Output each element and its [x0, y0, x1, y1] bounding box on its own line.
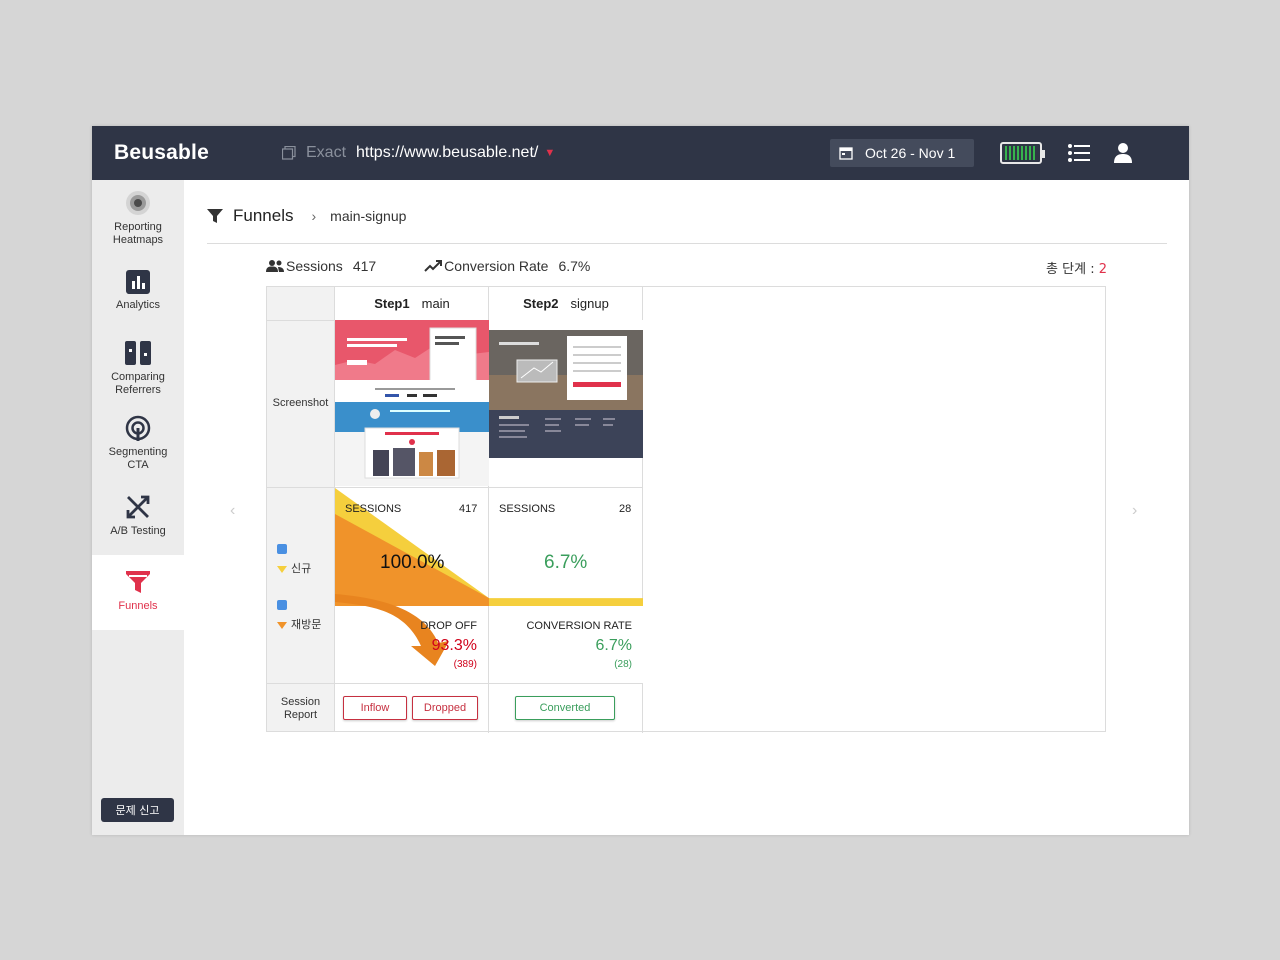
user-icon[interactable]: [1113, 142, 1133, 164]
conversion-rate-label: CONVERSION RATE: [526, 620, 632, 632]
step-percentage: 6.7%: [544, 552, 588, 573]
sessions-label: Sessions: [286, 258, 343, 274]
dropoff-count: (389): [453, 659, 477, 670]
calendar-icon: [839, 147, 853, 160]
filter-icon: [207, 209, 223, 223]
app-logo[interactable]: Beusable: [114, 141, 209, 165]
date-range-button[interactable]: Oct 26 - Nov 1: [830, 139, 974, 167]
page-thumbnail-image: [335, 320, 489, 486]
divider: [207, 243, 1167, 244]
chevron-down-icon: ▼: [544, 147, 556, 159]
triangle-down-icon: [277, 565, 287, 573]
converted-button[interactable]: Converted: [515, 696, 615, 720]
next-arrow-icon[interactable]: ›: [1132, 502, 1137, 520]
funnel-icon: [126, 571, 150, 593]
trend-up-icon: [424, 260, 443, 272]
main-content: Funnels › main-signup Sessions 417 Conve…: [184, 180, 1189, 835]
checkbox-checked-icon[interactable]: [277, 544, 287, 554]
top-bar: Beusable Exact https://www.beusable.net/…: [92, 126, 1189, 180]
sessions-label: SESSIONS: [499, 503, 556, 515]
sessions-count: 28: [619, 503, 632, 515]
page-thumbnail-image: [489, 320, 643, 458]
sessions-label: SESSIONS: [345, 503, 402, 515]
page-title[interactable]: Funnels: [233, 206, 293, 226]
legend-new[interactable]: 신규: [277, 544, 311, 576]
date-range-text: Oct 26 - Nov 1: [865, 145, 956, 161]
funnel-name: main-signup: [330, 208, 407, 224]
breadcrumb: Funnels › main-signup: [207, 206, 406, 226]
step-number: Step2: [523, 296, 559, 311]
sidebar-item-label: Referrers: [115, 383, 161, 396]
step1-screenshot[interactable]: [335, 320, 489, 486]
url-selector[interactable]: Exact https://www.beusable.net/ ▼: [282, 144, 555, 162]
sessions-value: 417: [352, 258, 377, 274]
app-window: Beusable Exact https://www.beusable.net/…: [92, 126, 1189, 835]
legend-returning[interactable]: 재방문: [277, 600, 321, 632]
total-steps: 총 단계 : 2: [1046, 258, 1107, 277]
sidebar-item-label: Segmenting: [108, 446, 168, 458]
battery-icon: [1000, 142, 1045, 164]
step-number: Step1: [374, 296, 410, 311]
funnel-table: Step1 main Step2 signup Screenshot Session…: [266, 286, 1106, 733]
stats-bar: Sessions 417 Conversion Rate 6.7%: [266, 258, 590, 274]
row-label-text: Session: [280, 696, 321, 708]
target-icon: [125, 415, 151, 441]
step2-screenshot[interactable]: [489, 320, 643, 458]
conversion-value: 6.7%: [558, 258, 591, 274]
row-label-column: [267, 287, 335, 731]
row-label-screenshot: Screenshot: [272, 397, 329, 409]
step-header: Step1 main: [335, 296, 489, 311]
sidebar: Reporting Heatmaps Analytics Comparing R…: [92, 180, 184, 835]
split-arrows-icon: [126, 495, 150, 519]
inflow-button[interactable]: Inflow: [343, 696, 407, 720]
dropoff-label: DROP OFF: [420, 620, 477, 632]
sidebar-item-label: CTA: [127, 458, 149, 471]
total-steps-value: 2: [1098, 262, 1107, 277]
step-percentage: 100.0%: [380, 552, 445, 573]
heatmap-icon: [126, 191, 150, 215]
row-label-text: Report: [283, 709, 318, 721]
conversion-rate-count: (28): [614, 659, 632, 670]
sidebar-item-label: Comparing: [111, 371, 165, 383]
list-icon[interactable]: [1068, 144, 1090, 162]
report-issue-button[interactable]: 문제 신고: [101, 798, 174, 822]
sidebar-item-label: A/B Testing: [110, 525, 166, 537]
sidebar-item-segmenting-cta[interactable]: Segmenting CTA: [92, 415, 184, 471]
dropped-button[interactable]: Dropped: [412, 696, 478, 720]
sidebar-item-label: Reporting: [114, 221, 162, 233]
sidebar-item-analytics[interactable]: Analytics: [92, 270, 184, 312]
conversion-rate-percentage: 6.7%: [595, 637, 632, 654]
sidebar-item-comparing-referrers[interactable]: Comparing Referrers: [92, 340, 184, 396]
legend-label: 신규: [291, 562, 312, 575]
sidebar-item-reporting-heatmaps[interactable]: Reporting Heatmaps: [92, 190, 184, 246]
chevron-right-icon: ›: [311, 208, 317, 224]
match-type: Exact: [306, 144, 347, 161]
compare-icon: [125, 341, 151, 365]
sidebar-item-ab-testing[interactable]: A/B Testing: [92, 494, 184, 538]
conversion-label: Conversion Rate: [444, 258, 549, 274]
sessions-count: 417: [459, 503, 478, 515]
step-header: Step2 signup: [489, 296, 643, 311]
total-steps-label: 총 단계 :: [1046, 262, 1099, 277]
sidebar-item-label: Heatmaps: [112, 233, 164, 246]
sidebar-item-label: Funnels: [118, 600, 158, 612]
row-label-session-report: Session Report: [267, 696, 334, 722]
legend-label: 재방문: [291, 618, 322, 631]
bar-chart-icon: [126, 270, 150, 294]
sidebar-item-label: Analytics: [115, 299, 161, 311]
prev-arrow-icon[interactable]: ‹: [230, 502, 235, 520]
users-icon: [266, 260, 284, 272]
dropoff-percentage: 93.3%: [431, 637, 477, 654]
url-text: https://www.beusable.net/: [356, 144, 539, 161]
step-name: signup: [570, 296, 609, 311]
sidebar-item-funnels[interactable]: Funnels: [92, 555, 184, 630]
step-name: main: [421, 296, 450, 311]
checkbox-checked-icon[interactable]: [277, 600, 287, 610]
triangle-down-icon: [277, 621, 287, 629]
copy-icon: [282, 146, 296, 160]
